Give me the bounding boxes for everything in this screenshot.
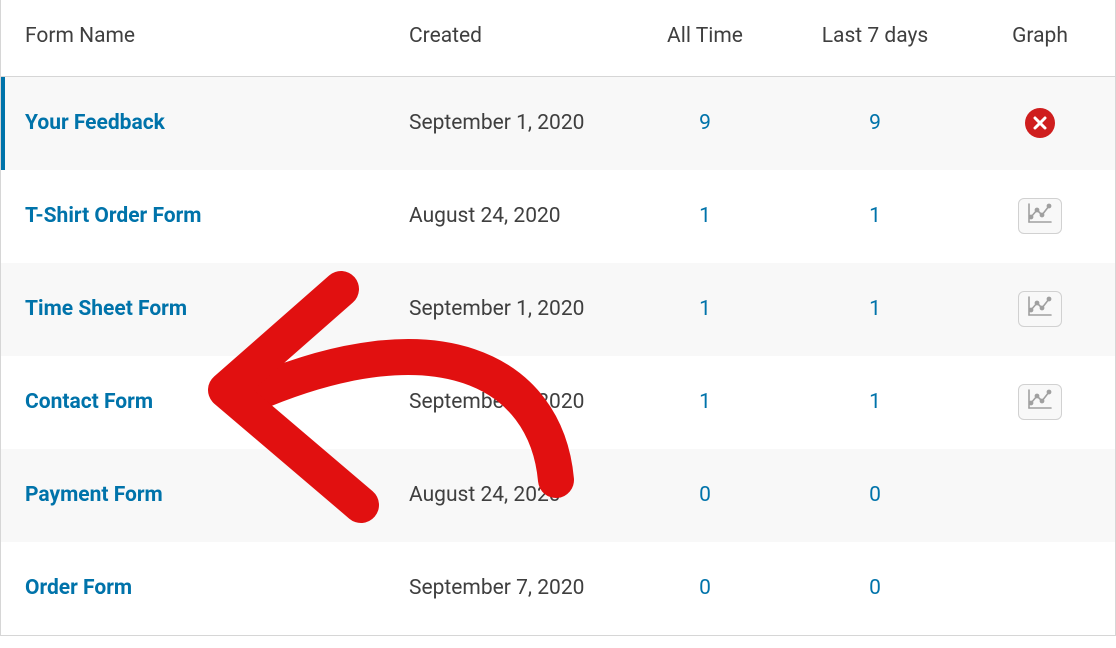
col-header-graph: Graph (965, 0, 1115, 77)
all-time-link[interactable]: 9 (699, 111, 711, 135)
form-name-cell: Your Feedback (1, 77, 385, 170)
all-time-link[interactable]: 0 (699, 576, 711, 600)
last-7-count: 1 (785, 263, 965, 356)
form-name-link[interactable]: T-Shirt Order Form (25, 204, 202, 228)
form-name-link[interactable]: Time Sheet Form (25, 297, 187, 321)
form-name-link[interactable]: Payment Form (25, 483, 163, 507)
form-name-link[interactable]: Order Form (25, 576, 132, 600)
col-header-form-name[interactable]: Form Name (1, 0, 385, 77)
delete-icon[interactable] (1025, 108, 1055, 138)
chart-icon (1028, 389, 1052, 415)
created-date: August 24, 2020 (385, 449, 625, 542)
created-date: September 1, 2020 (385, 77, 625, 170)
all-time-link[interactable]: 1 (699, 390, 711, 414)
table-row: Payment Form August 24, 2020 0 0 (1, 449, 1115, 542)
last-7-link[interactable]: 1 (869, 297, 881, 321)
form-name-cell: Order Form (1, 542, 385, 635)
col-header-created[interactable]: Created (385, 0, 625, 77)
form-name-link[interactable]: Your Feedback (25, 111, 165, 135)
col-header-last-7[interactable]: Last 7 days (785, 0, 965, 77)
all-time-count: 1 (625, 263, 785, 356)
chart-icon (1028, 296, 1052, 322)
all-time-link[interactable]: 0 (699, 483, 711, 507)
graph-cell (965, 356, 1115, 449)
all-time-count: 9 (625, 77, 785, 170)
last-7-link[interactable]: 0 (869, 483, 881, 507)
all-time-count: 0 (625, 542, 785, 635)
form-name-cell: Time Sheet Form (1, 263, 385, 356)
graph-button[interactable] (1018, 198, 1062, 234)
last-7-count: 1 (785, 170, 965, 263)
all-time-count: 1 (625, 356, 785, 449)
all-time-link[interactable]: 1 (699, 297, 711, 321)
graph-cell (965, 449, 1115, 542)
table-row: Contact Form September 7, 2020 1 1 (1, 356, 1115, 449)
last-7-count: 0 (785, 449, 965, 542)
graph-cell (965, 77, 1115, 170)
last-7-link[interactable]: 1 (869, 390, 881, 414)
graph-button[interactable] (1018, 291, 1062, 327)
all-time-count: 0 (625, 449, 785, 542)
table-row: Your Feedback September 1, 2020 9 9 (1, 77, 1115, 170)
last-7-link[interactable]: 0 (869, 576, 881, 600)
last-7-count: 9 (785, 77, 965, 170)
graph-button[interactable] (1018, 384, 1062, 420)
all-time-count: 1 (625, 170, 785, 263)
created-date: August 24, 2020 (385, 170, 625, 263)
last-7-count: 1 (785, 356, 965, 449)
form-name-link[interactable]: Contact Form (25, 390, 153, 414)
graph-cell (965, 542, 1115, 635)
graph-cell (965, 263, 1115, 356)
table-row: Time Sheet Form September 1, 2020 1 1 (1, 263, 1115, 356)
col-header-all-time[interactable]: All Time (625, 0, 785, 77)
table-row: T-Shirt Order Form August 24, 2020 1 1 (1, 170, 1115, 263)
created-date: September 1, 2020 (385, 263, 625, 356)
forms-table: Form Name Created All Time Last 7 days G… (1, 0, 1115, 635)
last-7-link[interactable]: 1 (869, 204, 881, 228)
created-date: September 7, 2020 (385, 356, 625, 449)
graph-cell (965, 170, 1115, 263)
form-name-cell: Contact Form (1, 356, 385, 449)
created-date: September 7, 2020 (385, 542, 625, 635)
forms-table-wrapper: Form Name Created All Time Last 7 days G… (0, 0, 1116, 636)
last-7-link[interactable]: 9 (869, 111, 881, 135)
table-row: Order Form September 7, 2020 0 0 (1, 542, 1115, 635)
chart-icon (1028, 203, 1052, 229)
all-time-link[interactable]: 1 (699, 204, 711, 228)
form-name-cell: Payment Form (1, 449, 385, 542)
table-header-row: Form Name Created All Time Last 7 days G… (1, 0, 1115, 77)
form-name-cell: T-Shirt Order Form (1, 170, 385, 263)
last-7-count: 0 (785, 542, 965, 635)
